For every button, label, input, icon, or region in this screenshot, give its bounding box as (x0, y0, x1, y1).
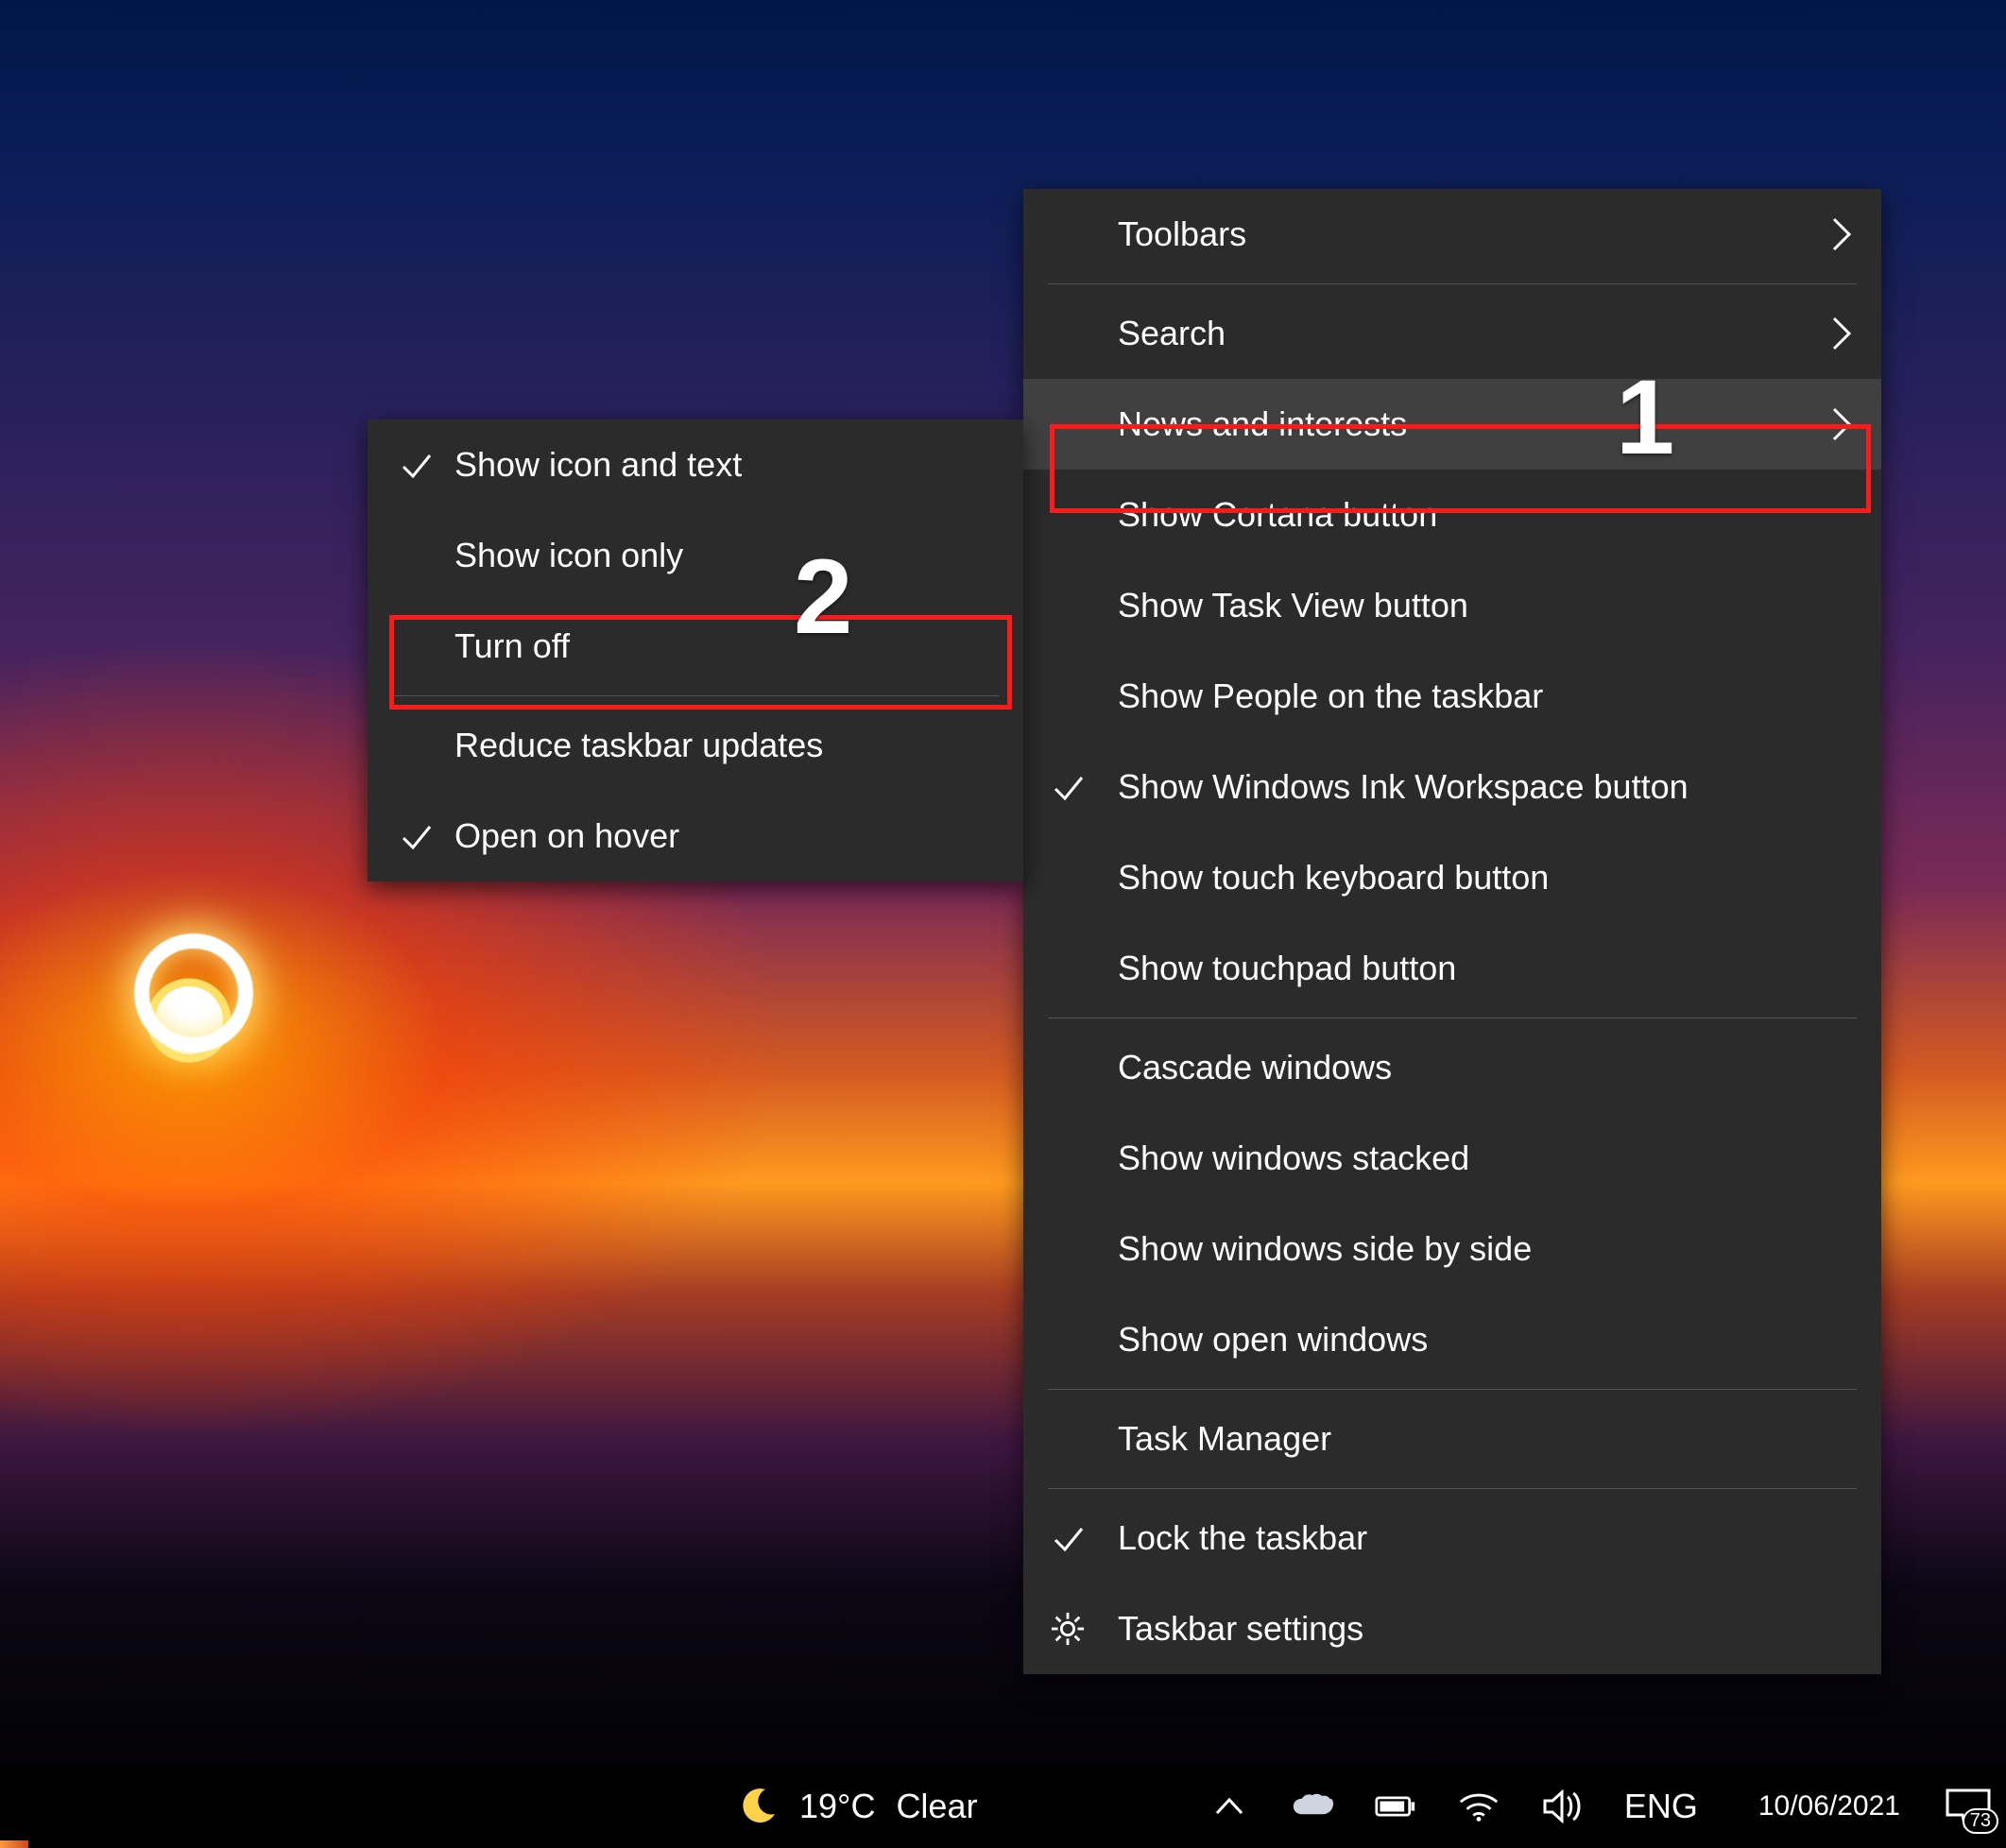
menu-label: Show windows stacked (1118, 1138, 1469, 1178)
menu-label: Show Cortana button (1118, 495, 1437, 535)
menu-separator (392, 695, 999, 696)
menu-taskbar-settings[interactable]: Taskbar settings (1023, 1583, 1881, 1674)
moon-icon (737, 1786, 779, 1827)
menu-task-manager[interactable]: Task Manager (1023, 1394, 1881, 1484)
battery-icon[interactable] (1375, 1786, 1416, 1827)
menu-label: News and interests (1118, 404, 1407, 444)
menu-show-touchpad[interactable]: Show touchpad button (1023, 923, 1881, 1014)
check-icon (398, 817, 436, 855)
menu-lock-taskbar[interactable]: Lock the taskbar (1023, 1493, 1881, 1583)
menu-label: Toolbars (1118, 214, 1246, 254)
submenu-label: Show icon and text (454, 445, 742, 485)
menu-label: Taskbar settings (1118, 1609, 1363, 1649)
onedrive-icon[interactable] (1292, 1786, 1333, 1827)
start-accent (0, 1840, 28, 1848)
gear-icon (1050, 1611, 1086, 1647)
menu-cascade-windows[interactable]: Cascade windows (1023, 1022, 1881, 1113)
menu-label: Task Manager (1118, 1419, 1331, 1459)
menu-separator (1048, 283, 1857, 284)
submenu-label: Turn off (454, 626, 570, 666)
menu-show-touchkb[interactable]: Show touch keyboard button (1023, 832, 1881, 923)
menu-label: Show windows side by side (1118, 1229, 1532, 1269)
menu-show-open-windows[interactable]: Show open windows (1023, 1294, 1881, 1385)
submenu-open-on-hover[interactable]: Open on hover (368, 791, 1023, 881)
menu-separator (1048, 1488, 1857, 1489)
taskbar-context-menu: Toolbars Search News and interests Show … (1023, 189, 1881, 1674)
menu-label: Show touch keyboard button (1118, 858, 1549, 898)
menu-label: Cascade windows (1118, 1048, 1392, 1087)
volume-icon[interactable] (1541, 1786, 1583, 1827)
menu-label: Show open windows (1118, 1320, 1428, 1360)
tray-chevron-up-icon[interactable] (1209, 1786, 1250, 1827)
menu-label: Show touchpad button (1118, 949, 1456, 988)
chevron-right-icon (1830, 215, 1855, 253)
menu-separator (1048, 1389, 1857, 1390)
menu-windows-stacked[interactable]: Show windows stacked (1023, 1113, 1881, 1204)
menu-toolbars[interactable]: Toolbars (1023, 189, 1881, 280)
menu-news-and-interests[interactable]: News and interests (1023, 379, 1881, 470)
menu-label: Lock the taskbar (1118, 1518, 1367, 1558)
check-icon (1050, 1519, 1088, 1557)
chevron-right-icon (1830, 405, 1855, 443)
submenu-show-icon-only[interactable]: Show icon only (368, 510, 1023, 601)
news-interests-submenu: Show icon and text Show icon only Turn o… (368, 419, 1023, 881)
taskbar[interactable]: 19°C Clear ENG 10/06/2021 73 (0, 1765, 2006, 1848)
submenu-label: Show icon only (454, 536, 683, 575)
action-center-icon[interactable]: 73 (1942, 1785, 1995, 1828)
menu-show-ink[interactable]: Show Windows Ink Workspace button (1023, 742, 1881, 832)
submenu-turn-off[interactable]: Turn off (368, 601, 1023, 692)
menu-label: Show People on the taskbar (1118, 676, 1543, 716)
menu-label: Show Windows Ink Workspace button (1118, 767, 1689, 807)
menu-label: Search (1118, 314, 1226, 353)
menu-search[interactable]: Search (1023, 288, 1881, 379)
wifi-icon[interactable] (1458, 1786, 1500, 1827)
menu-windows-sidebyside[interactable]: Show windows side by side (1023, 1204, 1881, 1294)
submenu-label: Open on hover (454, 816, 679, 856)
submenu-label: Reduce taskbar updates (454, 726, 823, 765)
weather-temp: 19°C (799, 1787, 875, 1826)
submenu-show-icon-and-text[interactable]: Show icon and text (368, 419, 1023, 510)
menu-show-people[interactable]: Show People on the taskbar (1023, 651, 1881, 742)
wallpaper-sun (134, 933, 253, 1052)
menu-label: Show Task View button (1118, 586, 1468, 625)
notification-count: 73 (1963, 1808, 1998, 1834)
menu-show-cortana[interactable]: Show Cortana button (1023, 470, 1881, 560)
weather-condition: Clear (896, 1787, 977, 1826)
taskbar-date[interactable]: 10/06/2021 (1758, 1790, 1900, 1822)
menu-show-taskview[interactable]: Show Task View button (1023, 560, 1881, 651)
weather-widget[interactable]: 19°C Clear (737, 1786, 977, 1827)
language-indicator[interactable]: ENG (1624, 1787, 1698, 1826)
check-icon (1050, 768, 1088, 806)
check-icon (398, 446, 436, 484)
submenu-reduce-updates[interactable]: Reduce taskbar updates (368, 700, 1023, 791)
chevron-right-icon (1830, 315, 1855, 352)
